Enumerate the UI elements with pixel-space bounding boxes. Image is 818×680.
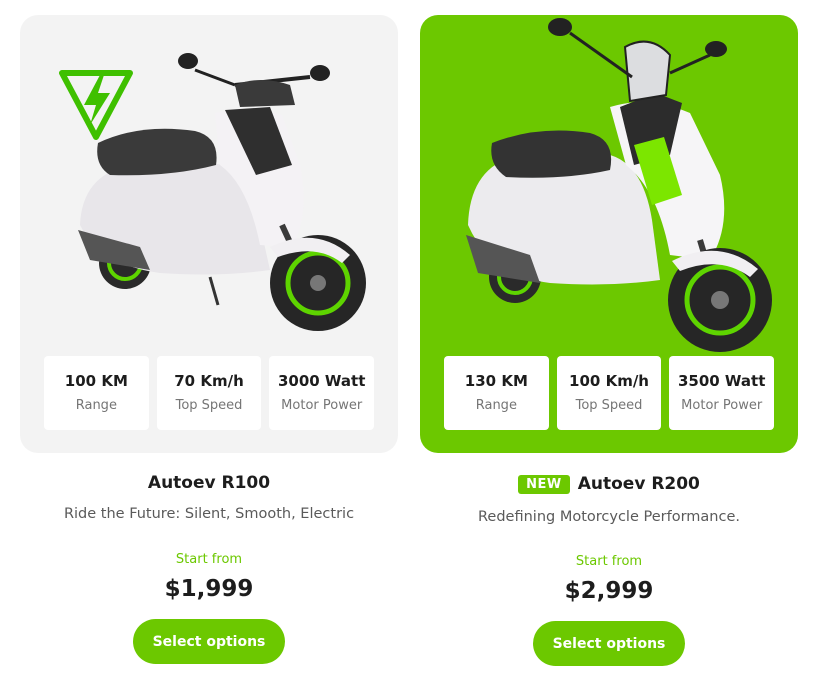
spec-label: Top Speed (175, 398, 243, 413)
price-prefix: Start from (175, 552, 243, 567)
spec-top-speed: 100 Km/h Top Speed (556, 356, 662, 430)
product-title-row: Autoev R100 (20, 473, 398, 493)
spec-label: Range (75, 398, 117, 413)
spec-motor-power: 3500 Watt Motor Power (669, 356, 775, 430)
spec-value: 3000 Watt (277, 372, 366, 390)
product-image-panel[interactable]: 130 KM Range 100 Km/h Top Speed 3500 Wat… (420, 15, 798, 453)
spec-range: 130 KM Range (444, 356, 549, 430)
spec-value: 3500 Watt (677, 372, 766, 390)
scooter-image[interactable] (420, 15, 798, 375)
spec-label: Top Speed (575, 398, 643, 413)
spec-label: Motor Power (281, 398, 363, 413)
spec-label: Motor Power (681, 398, 763, 413)
spec-value: 100 Km/h (569, 372, 649, 390)
select-options-button[interactable]: Select options (133, 619, 285, 664)
product-card-r100: 100 KM Range 70 Km/h Top Speed 3000 Watt… (20, 0, 398, 680)
new-badge: NEW (518, 474, 570, 494)
spec-top-speed: 70 Km/h Top Speed (156, 356, 262, 430)
product-tagline: Ride the Future: Silent, Smooth, Electri… (63, 506, 355, 522)
product-price: $1,999 (164, 576, 254, 602)
spec-value: 130 KM (464, 372, 528, 390)
product-title[interactable]: Autoev R100 (148, 473, 270, 493)
product-title-row: NEW Autoev R200 (420, 474, 798, 494)
select-options-button[interactable]: Select options (533, 621, 685, 666)
product-price: $2,999 (564, 578, 654, 604)
spec-list: 100 KM Range 70 Km/h Top Speed 3000 Watt… (44, 356, 375, 430)
spec-range: 100 KM Range (44, 356, 149, 430)
price-prefix: Start from (575, 554, 643, 569)
spec-motor-power: 3000 Watt Motor Power (269, 356, 375, 430)
product-image-panel[interactable]: 100 KM Range 70 Km/h Top Speed 3000 Watt… (20, 15, 398, 453)
product-card-r200: 130 KM Range 100 Km/h Top Speed 3500 Wat… (420, 0, 798, 680)
spec-value: 100 KM (64, 372, 128, 390)
spec-value: 70 Km/h (174, 372, 244, 390)
spec-list: 130 KM Range 100 Km/h Top Speed 3500 Wat… (444, 356, 775, 430)
spec-label: Range (475, 398, 517, 413)
lightning-triangle-icon (59, 70, 133, 140)
product-title[interactable]: Autoev R200 (578, 474, 700, 494)
product-tagline: Redefining Motorcycle Performance. (478, 509, 740, 525)
